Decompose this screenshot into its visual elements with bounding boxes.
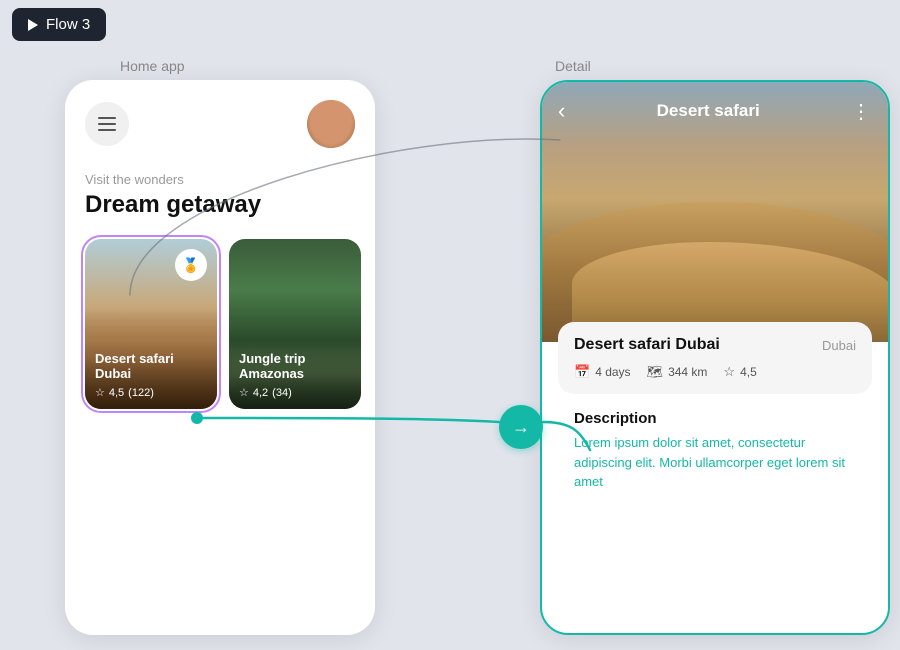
flow-button[interactable]: Flow 3 <box>12 8 106 41</box>
meta-rating-value: 4,5 <box>740 365 757 379</box>
home-app-label: Home app <box>120 58 185 74</box>
star-icon-jungle: ☆ <box>239 386 249 399</box>
card-badge: 🏅 <box>175 249 207 281</box>
desert-card[interactable]: 🏅 Desert safari Dubai ☆ 4,5 (122) <box>85 239 217 409</box>
more-options-button[interactable]: ⋮ <box>851 99 872 124</box>
avatar[interactable] <box>307 100 355 148</box>
meta-distance-value: 344 km <box>668 365 707 379</box>
desert-rating-count: (122) <box>128 387 154 399</box>
hero-title: Dream getaway <box>85 191 355 219</box>
map-icon: 🗺 <box>647 364 664 380</box>
desert-rating-value: 4,5 <box>109 387 124 399</box>
back-button[interactable]: ‹ <box>558 98 565 124</box>
meta-distance: 🗺 344 km <box>647 364 708 380</box>
detail-hero-image: ‹ Desert safari ⋮ <box>542 82 888 342</box>
arrow-icon: → <box>512 417 530 438</box>
home-phone-frame: Visit the wonders Dream getaway 🏅 Desert… <box>65 80 375 635</box>
menu-icon-line2 <box>98 123 116 125</box>
jungle-card-footer: Jungle trip Amazonas ☆ 4,2 (34) <box>229 341 361 409</box>
detail-nav: ‹ Desert safari ⋮ <box>542 82 888 140</box>
detail-phone-frame: ‹ Desert safari ⋮ Desert safari Dubai Du… <box>540 80 890 635</box>
avatar-image <box>307 100 355 148</box>
desert-card-title: Desert safari Dubai <box>95 351 207 382</box>
menu-icon-line3 <box>98 129 116 131</box>
jungle-rating-count: (34) <box>272 387 292 399</box>
menu-icon-line1 <box>98 117 116 119</box>
phone-header <box>85 100 355 148</box>
info-card-header: Desert safari Dubai Dubai <box>574 336 856 354</box>
detail-nav-title: Desert safari <box>657 101 760 121</box>
hero-subtitle: Visit the wonders <box>85 172 355 187</box>
info-card-title: Desert safari Dubai <box>574 336 720 354</box>
info-card: Desert safari Dubai Dubai 📅 4 days 🗺 344… <box>558 322 872 394</box>
meta-days: 📅 4 days <box>574 364 631 380</box>
flow-arrow[interactable]: → <box>499 405 543 449</box>
description-section: Description Lorem ipsum dolor sit amet, … <box>558 410 872 492</box>
flow-label: Flow 3 <box>46 16 90 33</box>
detail-label: Detail <box>555 58 591 74</box>
meta-days-value: 4 days <box>595 365 630 379</box>
jungle-rating-value: 4,2 <box>253 387 268 399</box>
description-text: Lorem ipsum dolor sit amet, consectetur … <box>574 433 856 492</box>
calendar-icon: 📅 <box>574 364 590 380</box>
info-card-location: Dubai <box>822 338 856 353</box>
menu-button[interactable] <box>85 102 129 146</box>
info-card-meta: 📅 4 days 🗺 344 km ☆ 4,5 <box>574 364 856 380</box>
star-icon: ☆ <box>95 386 105 399</box>
meta-rating: ☆ 4,5 <box>723 364 756 380</box>
detail-content: Desert safari Dubai Dubai 📅 4 days 🗺 344… <box>542 322 888 508</box>
jungle-card-rating: ☆ 4,2 (34) <box>239 386 351 399</box>
jungle-card-title: Jungle trip Amazonas <box>239 351 351 382</box>
description-title: Description <box>574 410 856 427</box>
jungle-card[interactable]: Jungle trip Amazonas ☆ 4,2 (34) <box>229 239 361 409</box>
cards-row: 🏅 Desert safari Dubai ☆ 4,5 (122) Jungle… <box>85 239 355 409</box>
play-icon <box>28 19 38 31</box>
star-icon-detail: ☆ <box>723 364 735 380</box>
desert-card-rating: ☆ 4,5 (122) <box>95 386 207 399</box>
desert-card-footer: Desert safari Dubai ☆ 4,5 (122) <box>85 341 217 409</box>
